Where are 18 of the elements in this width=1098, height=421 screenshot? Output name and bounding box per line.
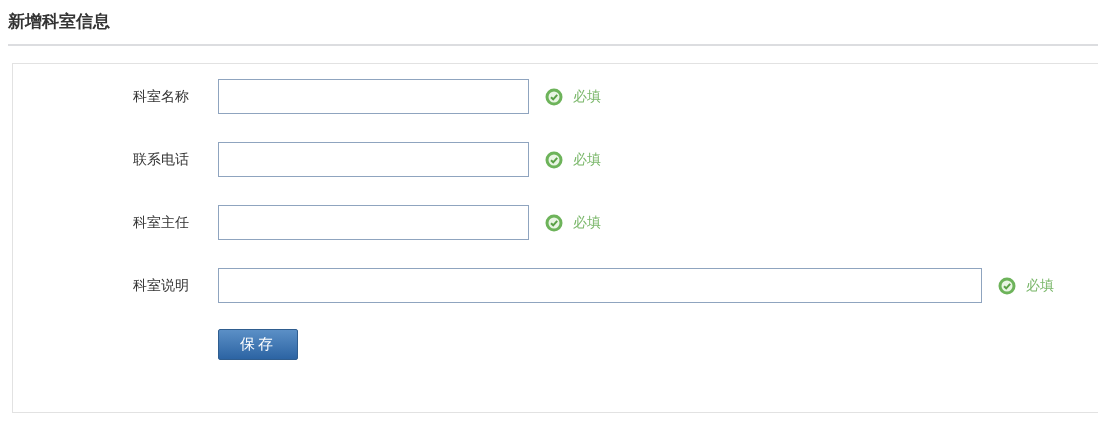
save-button[interactable]: 保存 (218, 329, 298, 360)
input-field[interactable] (218, 79, 529, 114)
check-icon (998, 276, 1016, 295)
page-title: 新增科室信息 (8, 11, 110, 31)
field-label: 科室主任 (132, 213, 189, 232)
field-label: 科室名称 (132, 87, 189, 106)
input-field[interactable] (218, 205, 529, 240)
required-hint: 必填 (573, 213, 601, 232)
input-field[interactable] (218, 268, 982, 303)
check-icon (545, 87, 563, 106)
check-icon (545, 213, 563, 232)
required-hint: 必填 (573, 150, 601, 169)
required-hint: 必填 (573, 87, 601, 106)
field-label: 科室说明 (132, 276, 189, 295)
input-field[interactable] (218, 142, 529, 177)
check-icon (545, 150, 563, 169)
required-hint: 必填 (1026, 276, 1054, 295)
field-label: 联系电话 (132, 150, 189, 169)
